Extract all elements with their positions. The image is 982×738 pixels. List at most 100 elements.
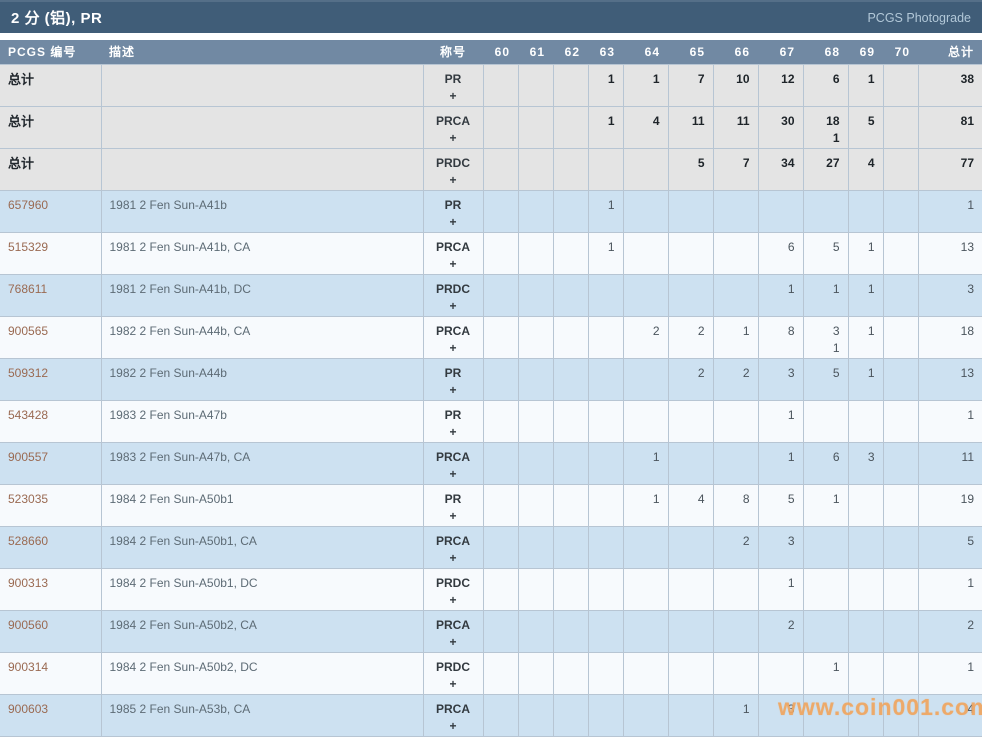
grade-cell-60 xyxy=(482,567,519,611)
pcgs-number-link[interactable]: 900313 xyxy=(0,567,102,611)
description-cell: 1983 2 Fen Sun-A47b, CA xyxy=(100,441,424,485)
pcgs-number-link[interactable]: 509312 xyxy=(0,357,102,401)
grade-count: 3 xyxy=(867,449,875,464)
pcgs-number-link[interactable]: 900557 xyxy=(0,441,102,485)
designation-cell: PRCA + xyxy=(422,441,484,485)
grade-count: 4 xyxy=(652,113,660,128)
col-header-grade-60: 60 xyxy=(483,40,518,64)
grade-cell-61 xyxy=(517,315,554,359)
designation-cell: PRCA + xyxy=(422,231,484,275)
col-header-pcgs-number: PCGS 编号 xyxy=(0,40,101,64)
grade-cell-68 xyxy=(802,189,849,233)
grade-cell-63: 1 xyxy=(587,105,624,149)
designation-label: PRDC xyxy=(435,659,470,674)
grade-count: 3 xyxy=(787,365,795,380)
photograde-link[interactable]: PCGS Photograde xyxy=(867,11,971,25)
grade-count: 1 xyxy=(607,113,615,128)
pcgs-number-link[interactable]: 900603 xyxy=(0,693,102,737)
designation-label: PRCA xyxy=(435,701,470,716)
grade-cell-69: 3 xyxy=(847,441,884,485)
plus-designation-label: + xyxy=(449,214,457,229)
col-header-grade-68: 68 xyxy=(803,40,848,64)
grade-count: 30 xyxy=(781,113,795,128)
grade-cell-67: 2 xyxy=(757,609,804,653)
grade-count: 2 xyxy=(697,365,705,380)
total-row-label: 总计 xyxy=(0,105,102,149)
total-row-label: 总计 xyxy=(0,147,102,191)
grade-cell-67: 12 xyxy=(757,63,804,107)
grade-cell-64 xyxy=(622,357,669,401)
pcgs-number-link[interactable]: 900314 xyxy=(0,651,102,695)
grade-cell-62 xyxy=(552,609,589,653)
grade-cell-69: 5 xyxy=(847,105,884,149)
grade-cell-70 xyxy=(882,609,919,653)
grade-cell-63 xyxy=(587,567,624,611)
grade-cell-66 xyxy=(712,273,759,317)
grade-count: 5 xyxy=(832,239,840,254)
grade-count: 5 xyxy=(787,491,795,506)
grade-count: 1 xyxy=(787,407,795,422)
grade-cell-60 xyxy=(482,441,519,485)
grade-cell-60 xyxy=(482,315,519,359)
grade-cell-66: 2 xyxy=(712,357,759,401)
grade-count: 8 xyxy=(742,491,750,506)
pcgs-number-link[interactable]: 543428 xyxy=(0,399,102,443)
grade-cell-65 xyxy=(667,693,714,737)
grade-cell-67: 8 xyxy=(757,315,804,359)
pcgs-number-link[interactable]: 768611 xyxy=(0,273,102,317)
plus-grade-count: 1 xyxy=(832,340,840,355)
designation-cell: PR + xyxy=(422,399,484,443)
grade-cell-64 xyxy=(622,609,669,653)
grade-cell-65: 5 xyxy=(667,147,714,191)
grade-cell-70 xyxy=(882,693,919,737)
pcgs-number-link[interactable]: 900560 xyxy=(0,609,102,653)
grade-cell-68: 6 xyxy=(802,63,849,107)
plus-designation-label: + xyxy=(449,340,457,355)
grade-cell-69 xyxy=(847,651,884,695)
grade-cell-68: 6 xyxy=(802,441,849,485)
pcgs-number-link[interactable]: 515329 xyxy=(0,231,102,275)
title-gap xyxy=(0,33,982,40)
grade-count: 1 xyxy=(787,575,795,590)
total-cell: 81 xyxy=(917,105,982,149)
grade-cell-64: 1 xyxy=(622,63,669,107)
grade-cell-67: 3 xyxy=(757,525,804,569)
grade-cell-68 xyxy=(802,399,849,443)
grade-count: 5 xyxy=(867,113,875,128)
grade-cell-60 xyxy=(482,231,519,275)
table-row: 515329 1981 2 Fen Sun-A41b, CA PRCA +1 6 5 1 13 xyxy=(0,231,982,275)
grade-cell-70 xyxy=(882,651,919,695)
grade-cell-66 xyxy=(712,399,759,443)
grade-count: 1 xyxy=(742,701,750,716)
grade-cell-64 xyxy=(622,231,669,275)
grade-cell-60 xyxy=(482,651,519,695)
grade-count: 1 xyxy=(832,281,840,296)
grade-cell-66: 2 xyxy=(712,525,759,569)
pcgs-number-link[interactable]: 900565 xyxy=(0,315,102,359)
grade-cell-61 xyxy=(517,441,554,485)
pcgs-number-link[interactable]: 528660 xyxy=(0,525,102,569)
grade-cell-67: 3 xyxy=(757,357,804,401)
grade-cell-63 xyxy=(587,315,624,359)
grade-cell-64 xyxy=(622,189,669,233)
grade-cell-69: 1 xyxy=(847,315,884,359)
grade-cell-61 xyxy=(517,273,554,317)
grade-count: 1 xyxy=(832,491,840,506)
designation-label: PRCA xyxy=(435,239,470,254)
pcgs-number-link[interactable]: 657960 xyxy=(0,189,102,233)
grade-count: 2 xyxy=(697,323,705,338)
total-cell: 38 xyxy=(917,63,982,107)
grade-count: 4 xyxy=(867,155,875,170)
grade-count: 27 xyxy=(826,155,840,170)
grade-cell-63 xyxy=(587,399,624,443)
grade-cell-65 xyxy=(667,189,714,233)
pcgs-number-link[interactable]: 523035 xyxy=(0,483,102,527)
description-cell xyxy=(100,105,424,149)
grade-cell-68 xyxy=(802,567,849,611)
grade-cell-70 xyxy=(882,357,919,401)
grade-count: 11 xyxy=(691,113,705,128)
grade-cell-64: 4 xyxy=(622,105,669,149)
grade-cell-61 xyxy=(517,525,554,569)
grade-count: 5 xyxy=(697,155,705,170)
plus-designation-label: + xyxy=(449,466,457,481)
